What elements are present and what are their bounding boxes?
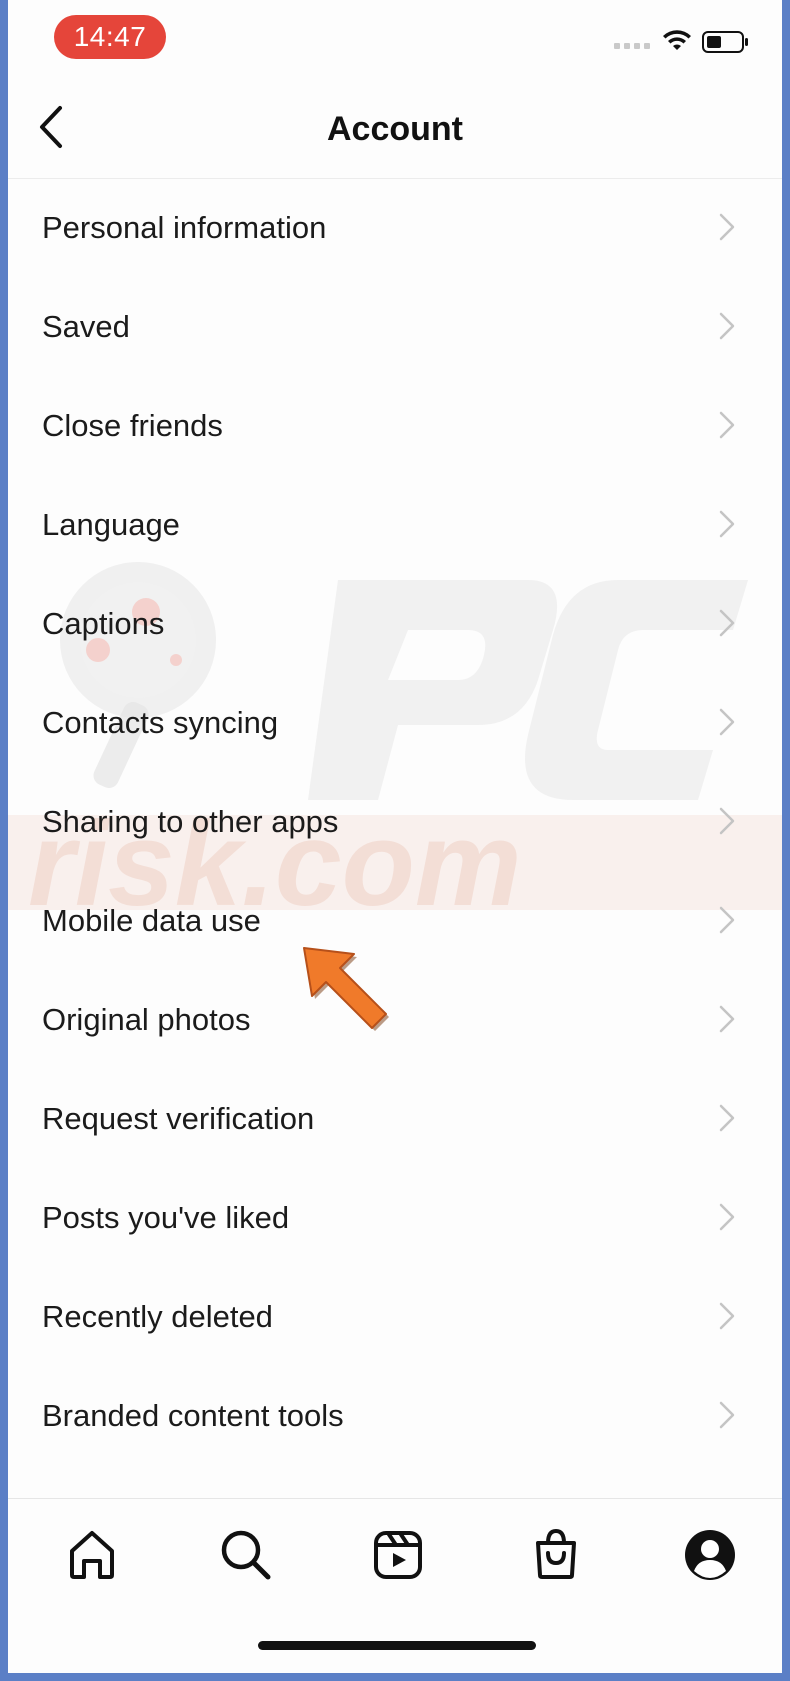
chevron-right-icon	[719, 1302, 735, 1330]
chevron-right-icon	[719, 1104, 735, 1132]
menu-item-label: Original photos	[42, 1002, 251, 1037]
menu-item-personal-information[interactable]: Personal information	[8, 178, 782, 277]
menu-item-label: Sharing to other apps	[42, 804, 339, 839]
tab-home[interactable]	[62, 1525, 122, 1585]
profile-icon	[685, 1530, 735, 1580]
top-nav-bar: Account	[8, 80, 782, 179]
shop-icon	[536, 1528, 576, 1579]
bottom-tab-bar	[8, 1498, 782, 1673]
chevron-right-icon	[719, 807, 735, 835]
account-menu-list: Personal information Saved Close friends…	[8, 178, 782, 1465]
menu-item-label: Request verification	[42, 1101, 315, 1136]
home-indicator	[258, 1641, 536, 1650]
chevron-right-icon	[719, 708, 735, 736]
chevron-right-icon	[719, 312, 735, 340]
chevron-right-icon	[719, 609, 735, 637]
menu-item-captions[interactable]: Captions	[8, 574, 782, 673]
menu-item-original-photos[interactable]: Original photos	[8, 970, 782, 1069]
menu-item-label: Branded content tools	[42, 1398, 344, 1433]
menu-item-label: Saved	[42, 309, 130, 344]
menu-item-language[interactable]: Language	[8, 475, 782, 574]
cellular-signal-icon	[614, 43, 650, 49]
menu-item-label: Recently deleted	[42, 1299, 273, 1334]
wifi-icon	[663, 30, 691, 50]
tab-reels[interactable]	[368, 1525, 428, 1585]
chevron-right-icon	[719, 1401, 735, 1429]
menu-item-label: Close friends	[42, 408, 223, 443]
reels-icon	[374, 1531, 422, 1579]
chevron-right-icon	[719, 411, 735, 439]
menu-item-sharing-to-other-apps[interactable]: Sharing to other apps	[8, 772, 782, 871]
menu-item-mobile-data-use[interactable]: Mobile data use	[8, 871, 782, 970]
chevron-right-icon	[719, 213, 735, 241]
status-time: 14:47	[54, 15, 166, 59]
menu-item-label: Language	[42, 507, 180, 542]
menu-item-label: Contacts syncing	[42, 705, 279, 740]
menu-item-label: Captions	[42, 606, 165, 641]
menu-item-contacts-syncing[interactable]: Contacts syncing	[8, 673, 782, 772]
tab-search[interactable]	[216, 1525, 276, 1585]
menu-item-label: Mobile data use	[42, 903, 261, 938]
menu-item-label: Personal information	[42, 210, 327, 245]
tab-profile[interactable]	[680, 1525, 740, 1585]
chevron-right-icon	[719, 510, 735, 538]
tab-shop[interactable]	[526, 1525, 586, 1585]
search-icon	[221, 1530, 271, 1580]
chevron-right-icon	[719, 1005, 735, 1033]
chevron-right-icon	[719, 906, 735, 934]
menu-item-label: Posts you've liked	[42, 1200, 290, 1235]
home-icon	[70, 1531, 114, 1579]
menu-item-posts-youve-liked[interactable]: Posts you've liked	[8, 1168, 782, 1267]
phone-screen: 14:47 Account risk.com Personal informat…	[8, 0, 782, 1673]
chevron-right-icon	[719, 1203, 735, 1231]
menu-item-close-friends[interactable]: Close friends	[8, 376, 782, 475]
menu-item-branded-content-tools[interactable]: Branded content tools	[8, 1366, 782, 1465]
page-title: Account	[327, 110, 463, 148]
status-bar: 14:47	[8, 0, 782, 80]
menu-item-saved[interactable]: Saved	[8, 277, 782, 376]
menu-item-request-verification[interactable]: Request verification	[8, 1069, 782, 1168]
menu-item-recently-deleted[interactable]: Recently deleted	[8, 1267, 782, 1366]
battery-icon	[702, 31, 748, 53]
